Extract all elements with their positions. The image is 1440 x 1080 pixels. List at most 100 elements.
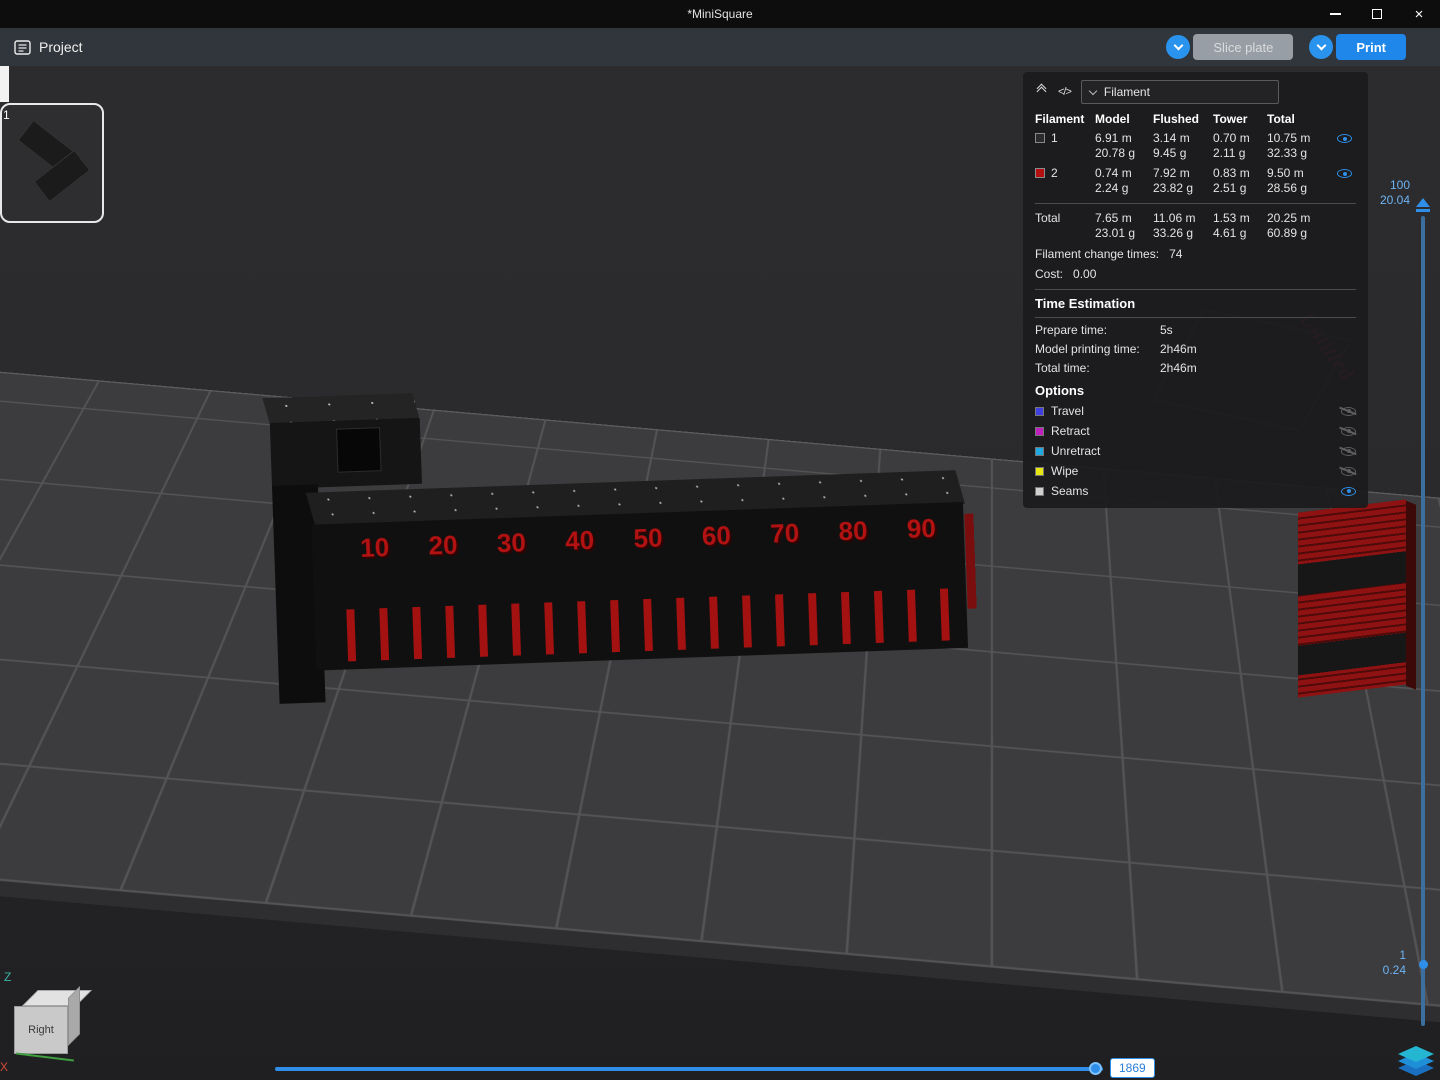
navigation-cube[interactable]: Z Right X	[8, 984, 98, 1080]
eye-icon[interactable]	[1341, 407, 1356, 416]
layer-slider-handle[interactable]	[1413, 198, 1432, 218]
eye-icon[interactable]	[1337, 169, 1352, 178]
prime-tower[interactable]	[1298, 499, 1406, 697]
move-slider-value: 1869	[1110, 1058, 1155, 1078]
model-number: 60	[701, 520, 731, 552]
model-number: 90	[906, 513, 936, 545]
filament-panel: </> Filament Filament Model Flushed Towe…	[1023, 72, 1368, 508]
option-label: Unretract	[1051, 444, 1100, 458]
option-row-unretract: Unretract	[1035, 444, 1356, 458]
col-header: Total	[1267, 112, 1337, 126]
cell-tower: 0.83 m2.51 g	[1213, 166, 1267, 196]
move-slider[interactable]	[275, 1067, 1103, 1071]
filament-table: Filament Model Flushed Tower Total 1 6.9…	[1035, 112, 1356, 241]
option-row-seams: Seams	[1035, 484, 1356, 498]
filament-id: 2	[1051, 166, 1058, 180]
window-title: *MiniSquare	[0, 7, 1440, 21]
model-number: 10	[360, 532, 390, 564]
plate-thumbnail[interactable]	[0, 103, 104, 223]
divider	[1035, 289, 1356, 290]
plate-number-label: 1	[3, 108, 10, 122]
maximize-button[interactable]	[1356, 0, 1398, 28]
model-number: 30	[496, 527, 526, 559]
eye-icon[interactable]	[1337, 134, 1352, 143]
cube-top-face[interactable]	[22, 990, 92, 1006]
gcode-icon[interactable]: </>	[1058, 86, 1071, 98]
print-button[interactable]: Print	[1336, 34, 1406, 60]
project-menu[interactable]: Project	[14, 39, 83, 55]
cell-tower: 0.70 m2.11 g	[1213, 131, 1267, 161]
layer-slider[interactable]	[1421, 216, 1425, 1026]
time-row: Total time: 2h46m	[1035, 361, 1356, 375]
cell-model-total: 7.65 m23.01 g	[1095, 211, 1153, 241]
option-row-travel: Travel	[1035, 404, 1356, 418]
col-header: Tower	[1213, 112, 1267, 126]
option-row-retract: Retract	[1035, 424, 1356, 438]
print-options-button[interactable]	[1309, 35, 1333, 59]
option-label: Seams	[1051, 484, 1088, 498]
view-type-select[interactable]: Filament	[1081, 80, 1279, 104]
chevron-down-icon	[1089, 87, 1097, 95]
filament-row-id: 1	[1035, 131, 1095, 145]
filament-id: 1	[1051, 131, 1058, 145]
sliced-model[interactable]: 10 20 30 40 50 60 70 80 90	[265, 374, 976, 716]
time-value: 5s	[1160, 323, 1173, 337]
chevron-down-icon	[1173, 41, 1183, 51]
layer-bottom-height: 0.24	[1356, 963, 1406, 978]
axis-x-label: X	[0, 1060, 8, 1074]
time-label: Prepare time:	[1035, 323, 1160, 337]
col-header: Model	[1095, 112, 1153, 126]
plate-list-edge	[0, 66, 9, 102]
time-label: Model printing time:	[1035, 342, 1160, 356]
maximize-icon	[1372, 9, 1382, 19]
eye-icon[interactable]	[1341, 427, 1356, 436]
close-icon: ×	[1415, 7, 1424, 22]
project-menu-icon	[14, 40, 31, 55]
menubar: Project Slice plate Print	[0, 28, 1440, 66]
option-color-swatch	[1035, 487, 1044, 496]
cube-side-face[interactable]	[68, 986, 80, 1046]
time-label: Total time:	[1035, 361, 1160, 375]
eye-icon[interactable]	[1341, 487, 1356, 496]
panel-header: </> Filament	[1035, 80, 1356, 104]
layer-slider-bottom-handle[interactable]	[1419, 960, 1428, 969]
slice-options-button[interactable]	[1166, 35, 1190, 59]
move-slider-handle[interactable]	[1089, 1062, 1102, 1075]
option-color-swatch	[1035, 407, 1044, 416]
options-title: Options	[1035, 383, 1356, 398]
option-label: Wipe	[1051, 464, 1078, 478]
model-number: 40	[565, 525, 595, 557]
model-bars	[346, 588, 951, 661]
titlebar: *MiniSquare ×	[0, 0, 1440, 28]
layer-bottom-value: 1	[1356, 948, 1406, 963]
minimize-button[interactable]	[1314, 0, 1356, 28]
cell-total-total: 20.25 m60.89 g	[1267, 211, 1337, 241]
time-row: Model printing time: 2h46m	[1035, 342, 1356, 356]
divider	[1035, 317, 1356, 318]
eye-icon[interactable]	[1341, 447, 1356, 456]
close-button[interactable]: ×	[1398, 0, 1440, 28]
filament-change-row: Filament change times: 74	[1035, 247, 1356, 261]
model-tower-hole	[336, 427, 382, 473]
arrow-up-icon	[1416, 198, 1430, 207]
slice-plate-button[interactable]: Slice plate	[1193, 34, 1293, 60]
model-number: 20	[428, 530, 458, 562]
option-color-swatch	[1035, 447, 1044, 456]
model-front-face: 10 20 30 40 50 60 70 80 90	[311, 502, 968, 671]
cell-flushed-total: 11.06 m33.26 g	[1153, 211, 1213, 241]
plate-thumbnail-model	[18, 125, 90, 201]
cube-front-face[interactable]: Right	[14, 1006, 68, 1054]
collapse-icon[interactable]	[1035, 85, 1048, 99]
eye-icon[interactable]	[1341, 467, 1356, 476]
handle-bar	[1416, 209, 1430, 212]
window-controls: ×	[1314, 0, 1440, 28]
cell-flushed: 7.92 m23.82 g	[1153, 166, 1213, 196]
model-number: 70	[770, 518, 800, 550]
model-number: 80	[838, 515, 868, 547]
cost-row: Cost: 0.00	[1035, 267, 1356, 281]
viewport-3d[interactable]: Untitled 10 20 30 40 50 60 70 80 90	[0, 66, 1440, 1080]
total-row-label: Total	[1035, 211, 1095, 225]
time-value: 2h46m	[1160, 342, 1197, 356]
layers-icon[interactable]	[1398, 1046, 1434, 1078]
cell-total: 10.75 m32.33 g	[1267, 131, 1337, 161]
